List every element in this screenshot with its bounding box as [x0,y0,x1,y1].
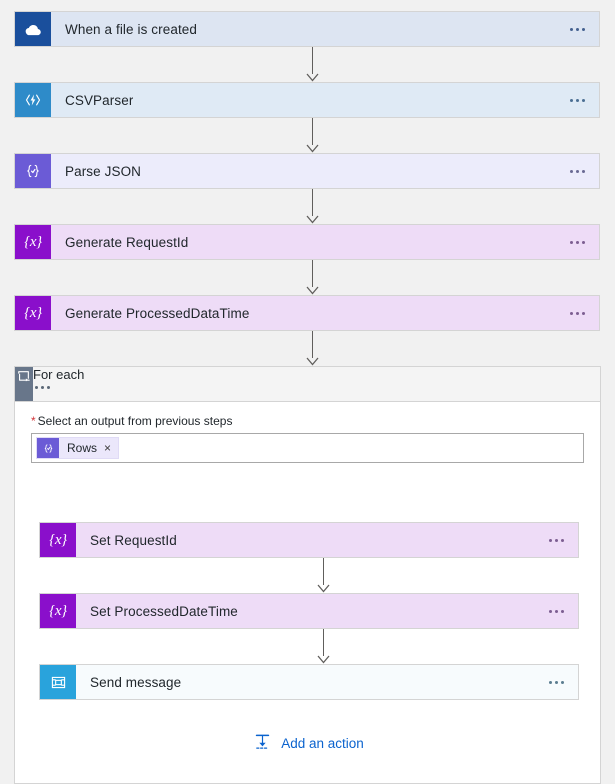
close-icon[interactable]: × [104,442,118,454]
add-an-action-button[interactable]: Add an action [15,732,602,754]
connector-arrow-inner-2 [315,629,331,664]
token-label: Rows [67,441,98,455]
connector-arrow-inner-1 [315,558,331,593]
loop-icon [15,367,33,401]
flow-node-parse-json[interactable]: Parse JSON [14,153,600,189]
flow-node-title: For each [33,367,85,382]
flow-node-title: When a file is created [65,21,198,37]
flow-node-body: Generate ProcessedDataTime [51,296,599,330]
arrow-head-icon [317,655,330,664]
flow-node-generate-requestid[interactable]: {x} Generate RequestId [14,224,600,260]
flow-node-body: For each [33,367,85,401]
parse-json-icon [15,154,51,188]
flow-node-body: Send message [76,665,578,699]
flow-node-title: Send message [90,674,182,690]
arrow-head-icon [306,286,319,295]
more-commands-button[interactable] [547,606,566,617]
flow-node-for-each[interactable]: For each [14,366,601,402]
required-asterisk: * [31,414,36,428]
connector-arrow-3 [304,189,320,224]
flow-node-body: Parse JSON [51,154,599,188]
flow-node-title: Parse JSON [65,163,142,179]
flow-node-csvparser[interactable]: CSVParser [14,82,600,118]
variable-icon: {x} [40,523,76,557]
flow-node-body: Set RequestId [76,523,578,557]
flow-designer-canvas: When a file is created CSVParser Parse J… [0,0,615,784]
connector-arrow-2 [304,118,320,153]
variable-glyph: {x} [49,531,67,548]
connector-arrow-4 [304,260,320,295]
more-commands-button[interactable] [568,308,587,319]
flow-node-set-requestid[interactable]: {x} Set RequestId [39,522,579,558]
variable-glyph: {x} [24,304,42,321]
flow-node-send-message[interactable]: Send message [39,664,579,700]
variable-icon: {x} [40,594,76,628]
more-commands-button[interactable] [33,382,84,393]
flow-node-body: Generate RequestId [51,225,599,259]
arrow-head-icon [306,215,319,224]
arrow-head-icon [306,144,319,153]
onedrive-cloud-icon [15,12,51,46]
more-commands-button[interactable] [568,95,587,106]
flow-node-body: When a file is created [51,12,599,46]
arrow-head-icon [306,357,319,366]
variable-glyph: {x} [24,233,42,250]
flow-node-title: Set RequestId [90,532,177,548]
azure-function-icon [15,83,51,117]
variable-icon: {x} [15,225,51,259]
add-an-action-label: Add an action [281,735,364,751]
select-output-label: * Select an output from previous steps [31,414,600,428]
for-each-body: * Select an output from previous steps R… [14,402,601,784]
flow-node-title: Set ProcessedDateTime [90,603,238,619]
flow-node-set-processeddatetime[interactable]: {x} Set ProcessedDateTime [39,593,579,629]
flow-node-title: Generate ProcessedDataTime [65,305,250,321]
insert-action-icon [253,732,272,754]
flow-node-body: CSVParser [51,83,599,117]
arrow-head-icon [317,584,330,593]
flow-node-title: Generate RequestId [65,234,189,250]
connector-arrow-1 [304,47,320,82]
variable-icon: {x} [15,296,51,330]
flow-scope-for-each: For each * Select an output from previou… [14,366,601,784]
token-rows[interactable]: Rows × [36,437,120,459]
flow-node-body: Set ProcessedDateTime [76,594,578,628]
connector-arrow-5 [304,331,320,366]
more-commands-button[interactable] [547,535,566,546]
more-commands-button[interactable] [568,24,587,35]
more-commands-button[interactable] [568,166,587,177]
more-commands-button[interactable] [547,677,566,688]
parse-json-icon [37,438,59,458]
more-commands-button[interactable] [568,237,587,248]
flow-node-when-a-file-is-created[interactable]: When a file is created [14,11,600,47]
service-bus-icon [40,665,76,699]
variable-glyph: {x} [49,602,67,619]
arrow-head-icon [306,73,319,82]
flow-node-title: CSVParser [65,92,134,108]
flow-node-generate-processeddatatime[interactable]: {x} Generate ProcessedDataTime [14,295,600,331]
field-label-text: Select an output from previous steps [37,414,233,428]
select-output-input[interactable]: Rows × [31,433,584,463]
